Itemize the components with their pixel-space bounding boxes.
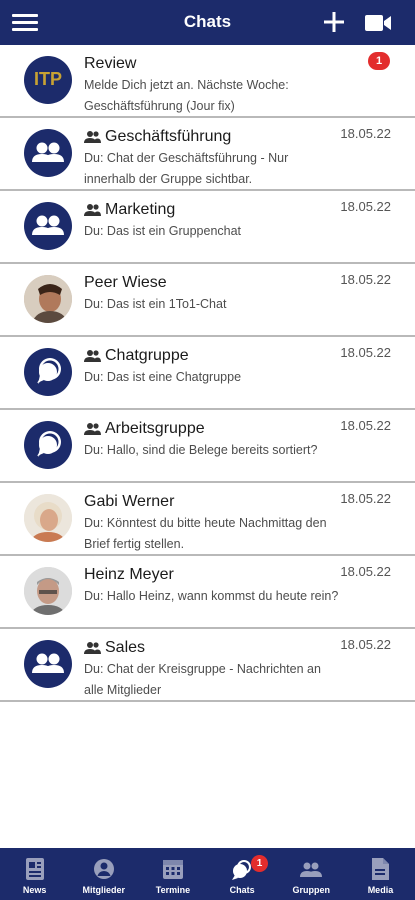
nav-gruppen[interactable]: Gruppen xyxy=(277,848,346,900)
chat-date: 18.05.22 xyxy=(340,272,391,287)
chat-preview: Du: Chat der Geschäftsführung - Nur inne… xyxy=(84,151,289,186)
chat-preview: Du: Chat der Kreisgruppe - Nachrichten a… xyxy=(84,662,321,697)
chat-row-gabi-werner[interactable]: Gabi Werner Du: Könntest du bitte heute … xyxy=(0,483,415,556)
nav-label: Gruppen xyxy=(292,885,331,895)
calendar-icon xyxy=(162,860,183,879)
nav-chats[interactable]: Chats xyxy=(208,848,277,900)
chat-bubbles-avatar-icon xyxy=(24,421,72,469)
nav-label: Mitglieder xyxy=(82,885,126,895)
chat-preview: Du: Das ist ein 1To1-Chat xyxy=(84,297,227,311)
chat-row-marketing[interactable]: Marketing Du: Das ist ein Gruppenchat 18… xyxy=(0,191,415,264)
nav-termine[interactable]: Termine xyxy=(138,848,207,900)
chat-row-geschaeftsfuehrung[interactable]: Geschäftsführung Du: Chat der Geschäftsf… xyxy=(0,118,415,191)
video-camera-icon[interactable] xyxy=(363,10,393,36)
chat-date: 18.05.22 xyxy=(340,418,391,433)
chat-preview: Du: Das ist eine Chatgruppe xyxy=(84,370,242,384)
group-indicator-icon xyxy=(84,350,101,362)
chat-date: 18.05.22 xyxy=(340,199,391,214)
chat-row-chatgruppe[interactable]: Chatgruppe Du: Das ist eine Chatgruppe 1… xyxy=(0,337,415,410)
chats-unread-badge: 1 xyxy=(251,855,268,872)
person-icon xyxy=(93,859,114,879)
chat-date: 18.05.22 xyxy=(340,345,391,360)
chat-preview: Melde Dich jetzt an. Nächste Woche: Gesc… xyxy=(84,78,289,113)
group-indicator-icon xyxy=(84,423,101,435)
chat-name: Peer Wiese xyxy=(84,274,167,291)
group-avatar-icon xyxy=(24,129,72,177)
nav-label: Termine xyxy=(155,885,191,895)
chat-preview: Du: Hallo Heinz, wann kommst du heute re… xyxy=(84,589,339,603)
chat-name: Geschäftsführung xyxy=(105,128,232,145)
nav-label: News xyxy=(22,885,47,895)
chat-date: 18.05.22 xyxy=(340,637,391,652)
user-photo-avatar xyxy=(24,567,72,615)
chat-name: Sales xyxy=(105,639,146,656)
nav-media[interactable]: Media xyxy=(346,848,415,900)
page-title: Chats xyxy=(183,12,232,31)
chat-date: 18.05.22 xyxy=(340,126,391,141)
chat-name: Chatgruppe xyxy=(105,347,189,364)
chat-row-review[interactable]: ITP Review Melde Dich jetzt an. Nächste … xyxy=(0,45,415,118)
group-indicator-icon xyxy=(84,204,101,216)
chat-name: Gabi Werner xyxy=(84,493,175,510)
chat-name: Arbeitsgruppe xyxy=(105,420,205,437)
bottom-navigation: News Mitglieder Termine Chats Gruppen Me… xyxy=(0,848,415,900)
chat-bubbles-icon xyxy=(232,860,252,880)
chat-bubbles-avatar-icon xyxy=(24,348,72,396)
chat-row-sales[interactable]: Sales Du: Chat der Kreisgruppe - Nachric… xyxy=(0,629,415,702)
chat-row-arbeitsgruppe[interactable]: Arbeitsgruppe Du: Hallo, sind die Belege… xyxy=(0,410,415,483)
chat-preview: Du: Das ist ein Gruppenchat xyxy=(84,224,242,238)
nav-label: Media xyxy=(367,885,394,895)
group-avatar-icon xyxy=(24,640,72,688)
chat-name: Review xyxy=(84,55,137,72)
nav-label: Chats xyxy=(229,885,255,895)
chat-row-peer-wiese[interactable]: Peer Wiese Du: Das ist ein 1To1-Chat 18.… xyxy=(0,264,415,337)
chat-date: 18.05.22 xyxy=(340,491,391,506)
document-icon xyxy=(372,858,390,880)
user-photo-avatar xyxy=(24,275,72,323)
group-indicator-icon xyxy=(84,131,101,143)
chat-date: 18.05.22 xyxy=(340,564,391,579)
user-photo-avatar xyxy=(24,494,72,542)
newspaper-icon xyxy=(25,858,44,880)
itp-logo-avatar: ITP xyxy=(24,56,72,104)
nav-mitglieder[interactable]: Mitglieder xyxy=(69,848,138,900)
chat-list: ITP Review Melde Dich jetzt an. Nächste … xyxy=(0,45,415,702)
chat-name: Heinz Meyer xyxy=(84,566,174,583)
chat-row-heinz-meyer[interactable]: Heinz Meyer Du: Hallo Heinz, wann kommst… xyxy=(0,556,415,629)
unread-badge: 1 xyxy=(368,52,390,70)
plus-icon[interactable] xyxy=(320,8,348,36)
chat-preview: Du: Könntest du bitte heute Nachmittag d… xyxy=(84,516,327,551)
chat-preview: Du: Hallo, sind die Belege bereits sorti… xyxy=(84,443,318,457)
group-indicator-icon xyxy=(84,642,101,654)
group-icon xyxy=(300,862,323,877)
chat-name: Marketing xyxy=(105,201,176,218)
nav-news[interactable]: News xyxy=(0,848,69,900)
top-app-bar: Chats xyxy=(0,0,415,45)
group-avatar-icon xyxy=(24,202,72,250)
